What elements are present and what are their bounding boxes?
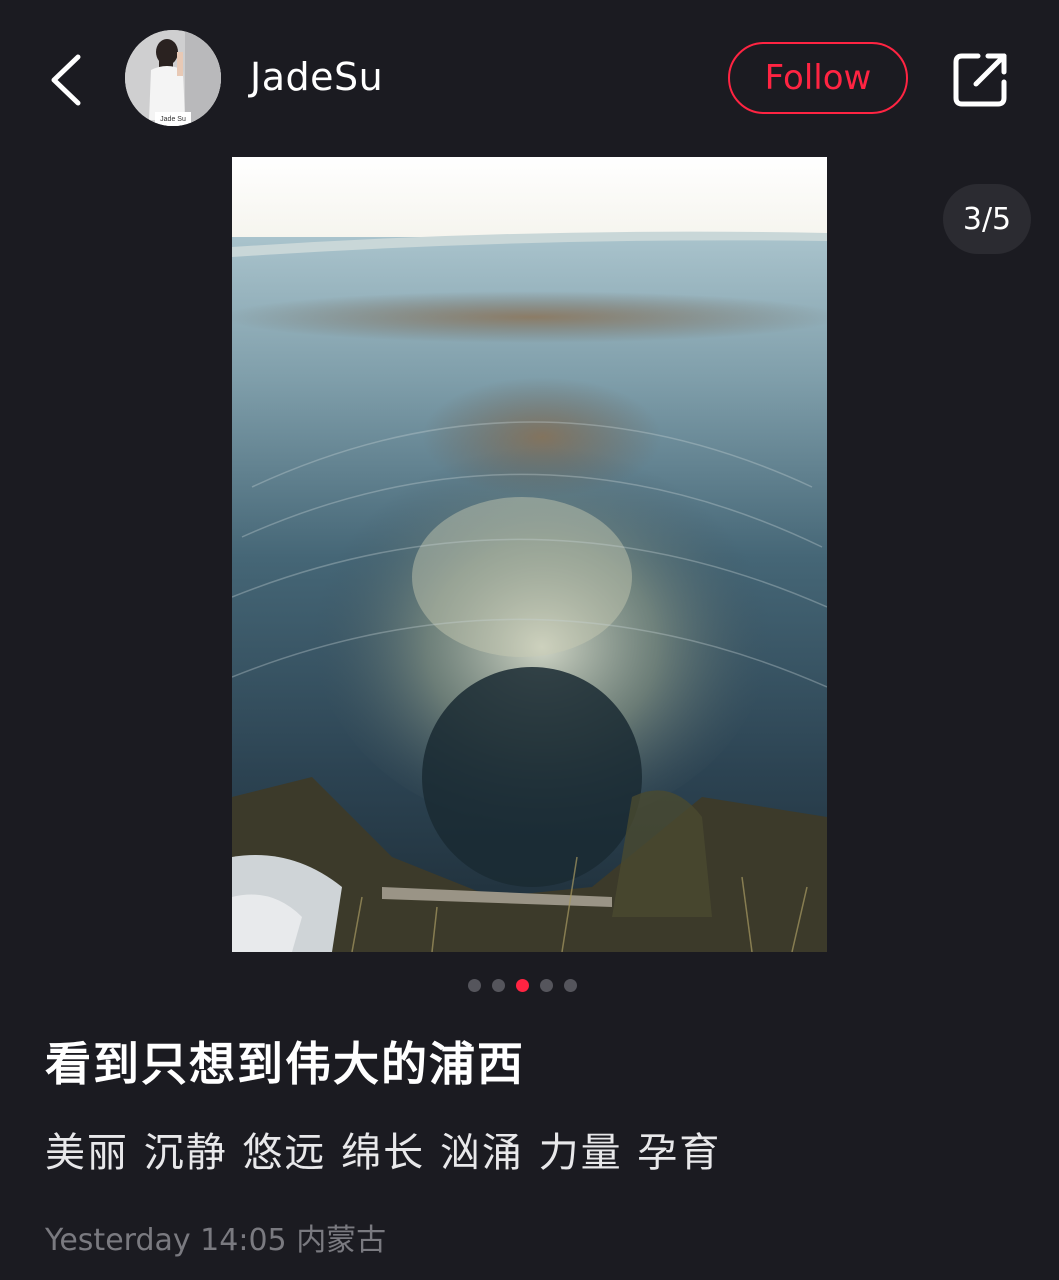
avatar-caption: Jade Su (160, 116, 186, 123)
pagination-dot[interactable] (468, 979, 481, 992)
post-location: 内蒙古 (296, 1223, 387, 1258)
carousel-pagination (468, 979, 577, 993)
post-detail-screen: Jade Su JadeSu Follow 3/5 看到只想到伟大的浦西 美丽 … (0, 0, 1059, 1280)
pagination-dot[interactable] (492, 979, 505, 992)
post-meta: Yesterday 14:05 内蒙古 (45, 1215, 386, 1259)
post-title: 看到只想到伟大的浦西 (45, 1037, 525, 1091)
follow-button[interactable]: Follow (728, 42, 908, 114)
pagination-dot-active[interactable] (516, 979, 529, 992)
chevron-left-icon (51, 54, 81, 106)
pagination-dot[interactable] (540, 979, 553, 992)
image-counter-badge: 3/5 (943, 184, 1031, 254)
pagination-dot[interactable] (564, 979, 577, 992)
back-button[interactable] (40, 45, 96, 115)
share-external-icon (953, 53, 1007, 107)
post-photo[interactable] (232, 157, 827, 952)
share-button[interactable] (948, 46, 1014, 112)
avatar[interactable]: Jade Su (125, 30, 221, 126)
post-timestamp: Yesterday 14:05 (45, 1223, 287, 1258)
post-description: 美丽 沉静 悠远 绵长 汹涌 力量 孕育 (45, 1130, 722, 1176)
username[interactable]: JadeSu (250, 55, 383, 99)
